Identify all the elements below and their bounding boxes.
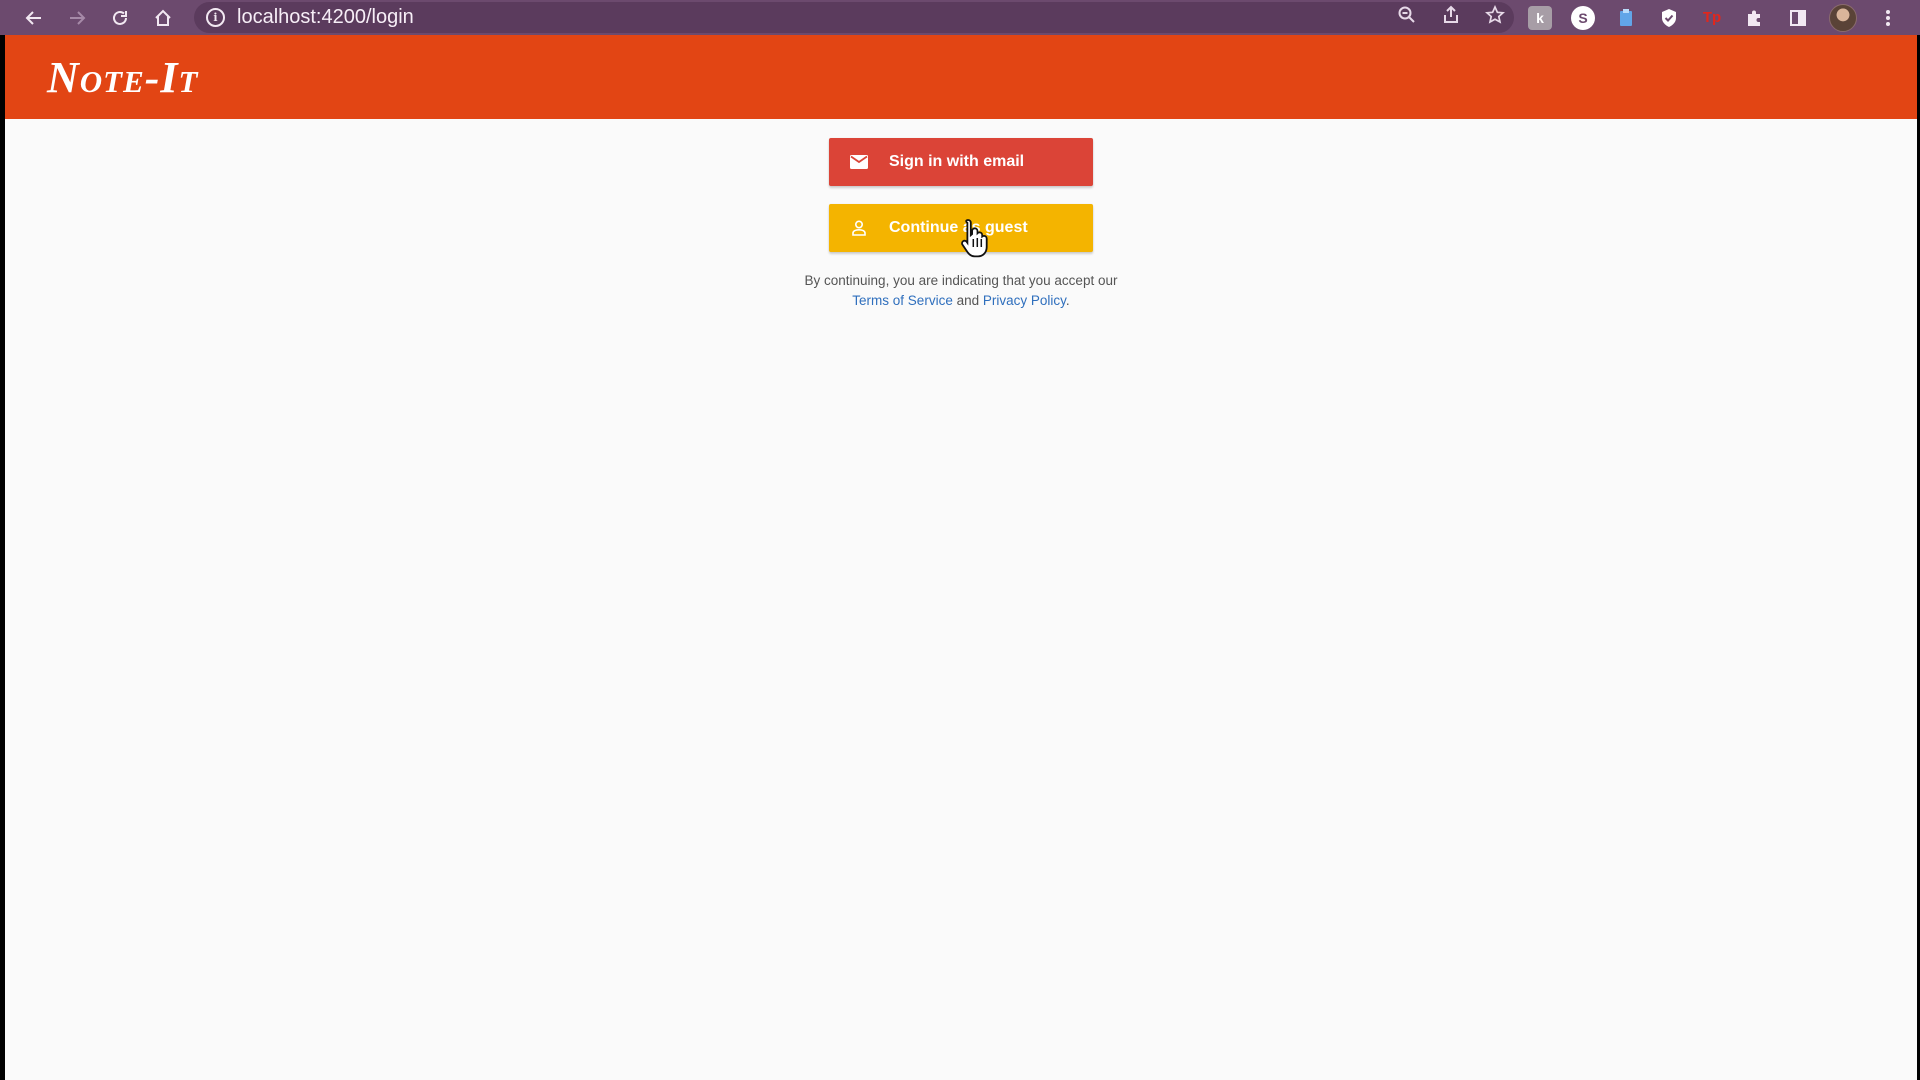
side-panel-icon[interactable] <box>1786 6 1810 30</box>
extension-s-icon[interactable]: S <box>1571 5 1595 30</box>
address-bar[interactable]: i localhost:4200/login <box>194 2 1514 33</box>
terms-of-service-link[interactable]: Terms of Service <box>852 293 953 308</box>
kebab-menu-icon[interactable] <box>1876 6 1900 30</box>
mail-icon <box>849 152 869 172</box>
terms-notice: By continuing, you are indicating that y… <box>765 271 1157 311</box>
info-icon[interactable]: i <box>206 8 225 27</box>
app-header: Note-It <box>5 35 1917 119</box>
hand-cursor-icon <box>961 219 988 258</box>
star-icon[interactable] <box>1484 4 1506 31</box>
extension-clipboard-icon[interactable] <box>1614 6 1638 30</box>
privacy-policy-link[interactable]: Privacy Policy <box>983 293 1066 308</box>
sign-in-email-button[interactable]: Sign in with email <box>829 138 1093 186</box>
continue-as-guest-label: Continue as guest <box>889 219 1028 236</box>
home-icon[interactable] <box>141 0 184 35</box>
reload-icon[interactable] <box>98 0 141 35</box>
extension-k-icon[interactable]: k <box>1528 5 1552 30</box>
profile-avatar[interactable] <box>1829 3 1857 32</box>
puzzle-icon[interactable] <box>1743 6 1767 30</box>
share-icon[interactable] <box>1440 5 1462 31</box>
shield-icon[interactable] <box>1657 6 1681 30</box>
back-arrow-icon[interactable] <box>12 0 55 35</box>
person-icon <box>849 218 869 238</box>
forward-arrow-icon[interactable] <box>55 0 98 35</box>
extension-tp-icon[interactable]: Tp <box>1700 6 1724 30</box>
terms-suffix-text: . <box>1065 293 1070 308</box>
app-logo[interactable]: Note-It <box>47 52 199 103</box>
sign-in-email-label: Sign in with email <box>889 153 1025 170</box>
zoom-icon[interactable] <box>1396 5 1418 31</box>
terms-and-text: and <box>956 293 980 308</box>
url-text[interactable]: localhost:4200/login <box>237 6 414 29</box>
browser-toolbar: i localhost:4200/login k S Tp <box>0 0 1920 35</box>
terms-notice-text: By continuing, you are indicating that y… <box>804 273 1118 288</box>
page-content: Note-It Sign in with email Continue as g… <box>5 35 1917 1080</box>
